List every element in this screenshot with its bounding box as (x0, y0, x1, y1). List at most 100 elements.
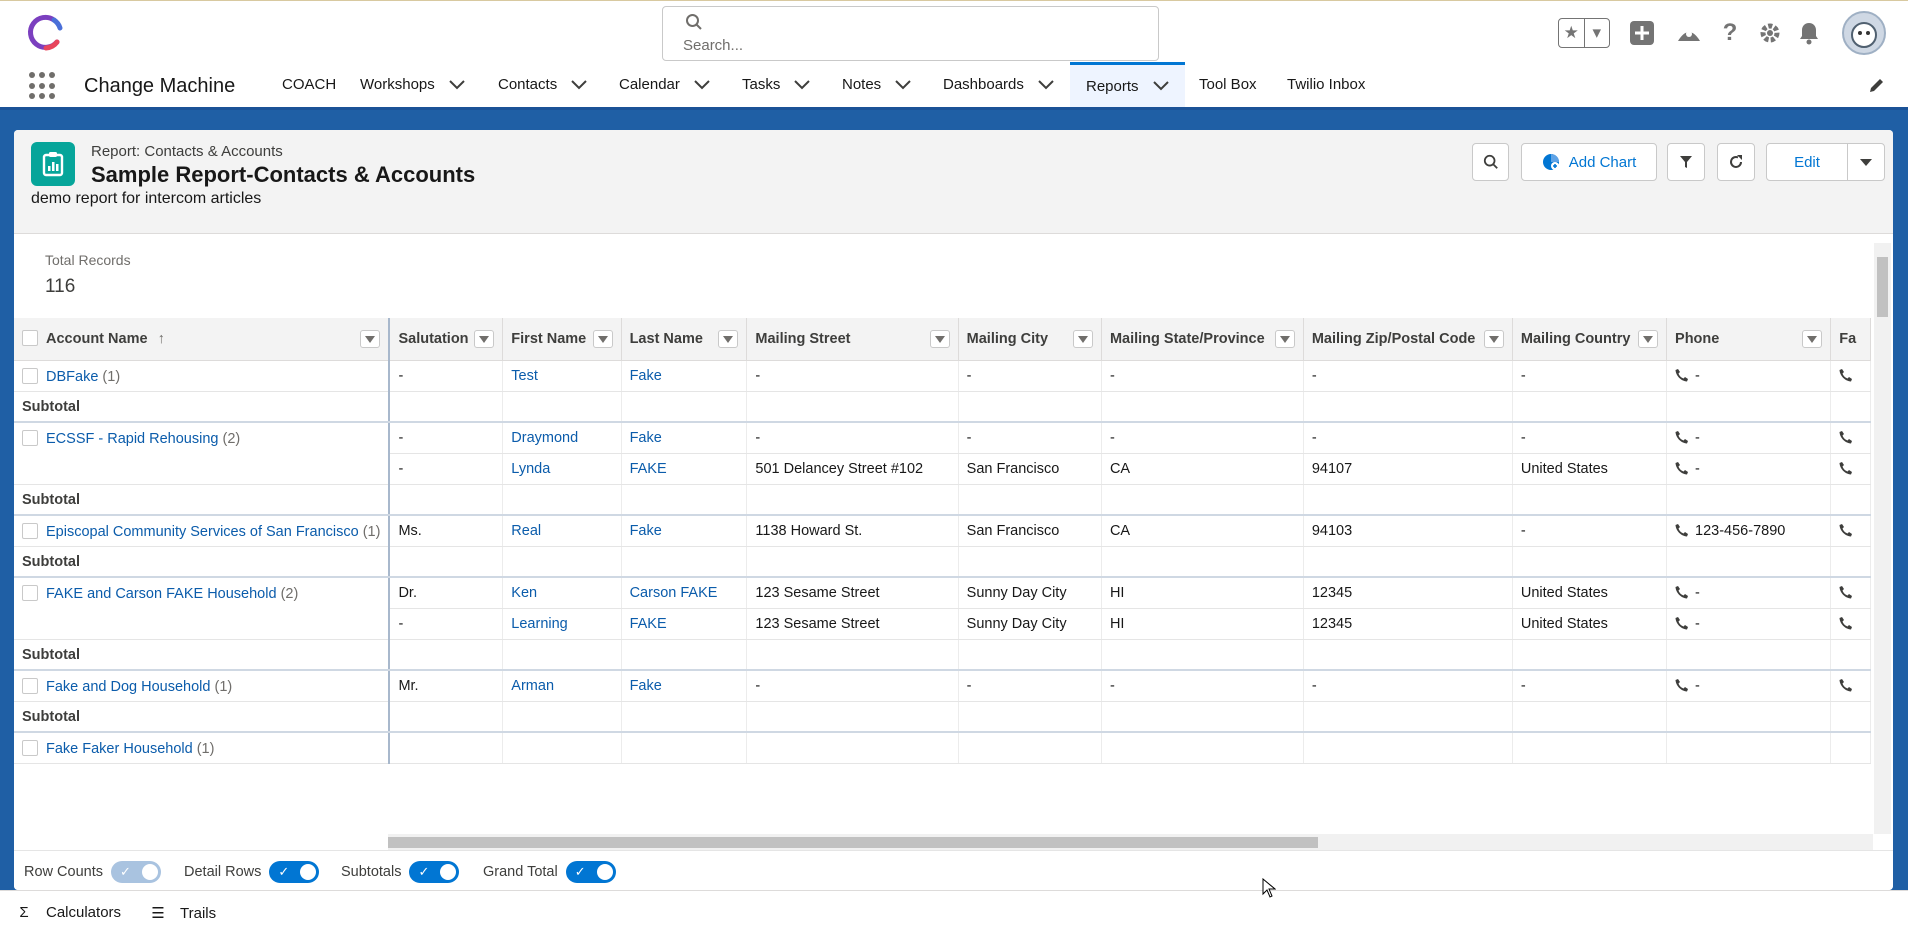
column-header-mailing-city[interactable]: Mailing City (958, 318, 1102, 361)
search-report-button[interactable] (1472, 143, 1509, 181)
column-menu-icon[interactable] (1483, 330, 1504, 348)
column-menu-icon[interactable] (718, 330, 739, 348)
column-header-account-name[interactable]: Account Name ↑ (14, 318, 391, 361)
vertical-scroll-thumb[interactable] (1877, 257, 1888, 317)
row-counts-switch[interactable]: ✓ (110, 861, 161, 883)
star-icon[interactable]: ★ (1559, 19, 1585, 47)
row-checkbox[interactable] (22, 430, 38, 446)
global-actions-add-icon[interactable] (1627, 18, 1657, 48)
favorites-button[interactable]: ★ ▾ (1558, 18, 1610, 48)
last-name-link[interactable]: FAKE (630, 461, 667, 477)
row-checkbox[interactable] (22, 585, 38, 601)
app-logo-icon[interactable] (24, 12, 66, 54)
chevron-down-icon[interactable] (895, 79, 911, 90)
trailhead-icon[interactable] (1674, 18, 1704, 48)
nav-item-reports[interactable]: Reports (1070, 62, 1185, 107)
account-name-link[interactable]: Fake and Dog Household (46, 679, 210, 695)
column-menu-icon[interactable] (592, 330, 613, 348)
column-header-first-name[interactable]: First Name (502, 318, 622, 361)
edit-nav-pencil-icon[interactable] (1868, 76, 1886, 94)
account-name-link[interactable]: Episcopal Community Services of San Fran… (46, 524, 359, 540)
trails-utility[interactable]: ☰ Trails (148, 904, 216, 923)
column-header-mailing-country[interactable]: Mailing Country (1512, 318, 1668, 361)
last-name-link[interactable]: Fake (630, 368, 662, 384)
nav-item-tasks[interactable]: Tasks (742, 62, 811, 107)
chevron-down-icon[interactable] (794, 79, 811, 90)
row-checkbox[interactable] (22, 740, 38, 756)
horizontal-scroll-thumb[interactable] (388, 837, 1318, 848)
nav-item-contacts[interactable]: Contacts (498, 62, 587, 107)
chevron-down-icon[interactable] (1038, 79, 1054, 90)
column-menu-icon[interactable] (360, 330, 381, 348)
more-actions-button[interactable] (1847, 143, 1885, 181)
nav-item-notes[interactable]: Notes (842, 62, 911, 107)
favorites-dropdown-icon[interactable]: ▾ (1585, 19, 1610, 47)
chevron-down-icon[interactable] (1152, 81, 1169, 91)
help-icon[interactable]: ? (1715, 18, 1745, 48)
first-name-link[interactable]: Real (511, 523, 541, 539)
last-name-link[interactable]: Carson FAKE (630, 585, 718, 601)
vertical-scrollbar[interactable] (1874, 243, 1891, 834)
settings-gear-icon[interactable] (1755, 18, 1785, 48)
subtotals-switch[interactable]: ✓ (409, 861, 460, 883)
last-name-link[interactable]: Fake (630, 678, 662, 694)
user-avatar[interactable] (1842, 11, 1886, 55)
nav-item-twilio-inbox[interactable]: Twilio Inbox (1287, 62, 1365, 107)
account-name-link[interactable]: ECSSF - Rapid Rehousing (46, 431, 218, 447)
subtotals-toggle[interactable]: Subtotals ✓ (341, 861, 460, 883)
filter-button[interactable] (1667, 143, 1705, 181)
column-menu-icon[interactable] (1802, 330, 1823, 348)
column-menu-icon[interactable] (474, 330, 495, 348)
first-name-link[interactable]: Ken (511, 585, 537, 601)
last-name-link[interactable]: FAKE (630, 616, 667, 632)
detail-rows-toggle[interactable]: Detail Rows ✓ (184, 861, 320, 883)
column-header-mailing-street[interactable]: Mailing Street (746, 318, 959, 361)
detail-rows-switch[interactable]: ✓ (269, 861, 320, 883)
nav-item-coach[interactable]: COACH (282, 62, 336, 107)
select-all-checkbox[interactable] (22, 330, 38, 347)
nav-item-tool-box[interactable]: Tool Box (1199, 62, 1257, 107)
last-name-link[interactable]: Fake (630, 523, 662, 539)
first-name-link[interactable]: Arman (511, 678, 554, 694)
column-menu-icon[interactable] (1072, 330, 1093, 348)
column-header-mailing-state[interactable]: Mailing State/Province (1101, 318, 1304, 361)
chevron-down-icon[interactable] (449, 79, 465, 90)
row-checkbox[interactable] (22, 523, 38, 539)
column-header-last-name[interactable]: Last Name (621, 318, 748, 361)
column-menu-icon[interactable] (1274, 330, 1295, 348)
column-menu-icon[interactable] (929, 330, 950, 348)
app-launcher-icon[interactable] (29, 72, 57, 100)
row-counts-toggle[interactable]: Row Counts ✓ (24, 861, 161, 883)
global-search[interactable]: Search... (662, 6, 1159, 61)
account-name-link[interactable]: FAKE and Carson FAKE Household (46, 586, 277, 602)
grand-total-switch[interactable]: ✓ (565, 861, 616, 883)
first-name-cell: Learning (502, 608, 622, 640)
refresh-button[interactable] (1717, 143, 1755, 181)
account-name-link[interactable]: Fake Faker Household (46, 741, 193, 757)
column-header-fax[interactable]: Fa (1830, 318, 1871, 361)
calculators-utility[interactable]: Σ Calculators (14, 904, 121, 921)
grand-total-toggle[interactable]: Grand Total ✓ (483, 861, 616, 883)
edit-button[interactable]: Edit (1766, 143, 1848, 181)
column-menu-icon[interactable] (1638, 330, 1659, 348)
first-name-link[interactable]: Learning (511, 616, 567, 632)
column-header-mailing-zip[interactable]: Mailing Zip/Postal Code (1303, 318, 1513, 361)
row-checkbox[interactable] (22, 367, 38, 384)
add-chart-button[interactable]: Add Chart (1521, 143, 1657, 181)
column-header-phone[interactable]: Phone (1666, 318, 1832, 361)
account-name-link[interactable]: DBFake (46, 369, 98, 385)
nav-item-workshops[interactable]: Workshops (360, 62, 465, 107)
nav-item-calendar[interactable]: Calendar (619, 62, 710, 107)
notifications-bell-icon[interactable] (1794, 18, 1824, 48)
chevron-down-icon[interactable] (694, 79, 710, 90)
sort-ascending-icon[interactable]: ↑ (158, 331, 165, 347)
nav-item-dashboards[interactable]: Dashboards (943, 62, 1054, 107)
column-header-salutation[interactable]: Salutation (389, 318, 504, 361)
last-name-link[interactable]: Fake (630, 430, 662, 446)
horizontal-scrollbar[interactable] (388, 834, 1873, 850)
row-checkbox[interactable] (22, 678, 38, 694)
chevron-down-icon[interactable] (571, 79, 587, 90)
first-name-link[interactable]: Draymond (511, 430, 578, 446)
first-name-link[interactable]: Lynda (511, 461, 550, 477)
first-name-link[interactable]: Test (511, 368, 538, 384)
